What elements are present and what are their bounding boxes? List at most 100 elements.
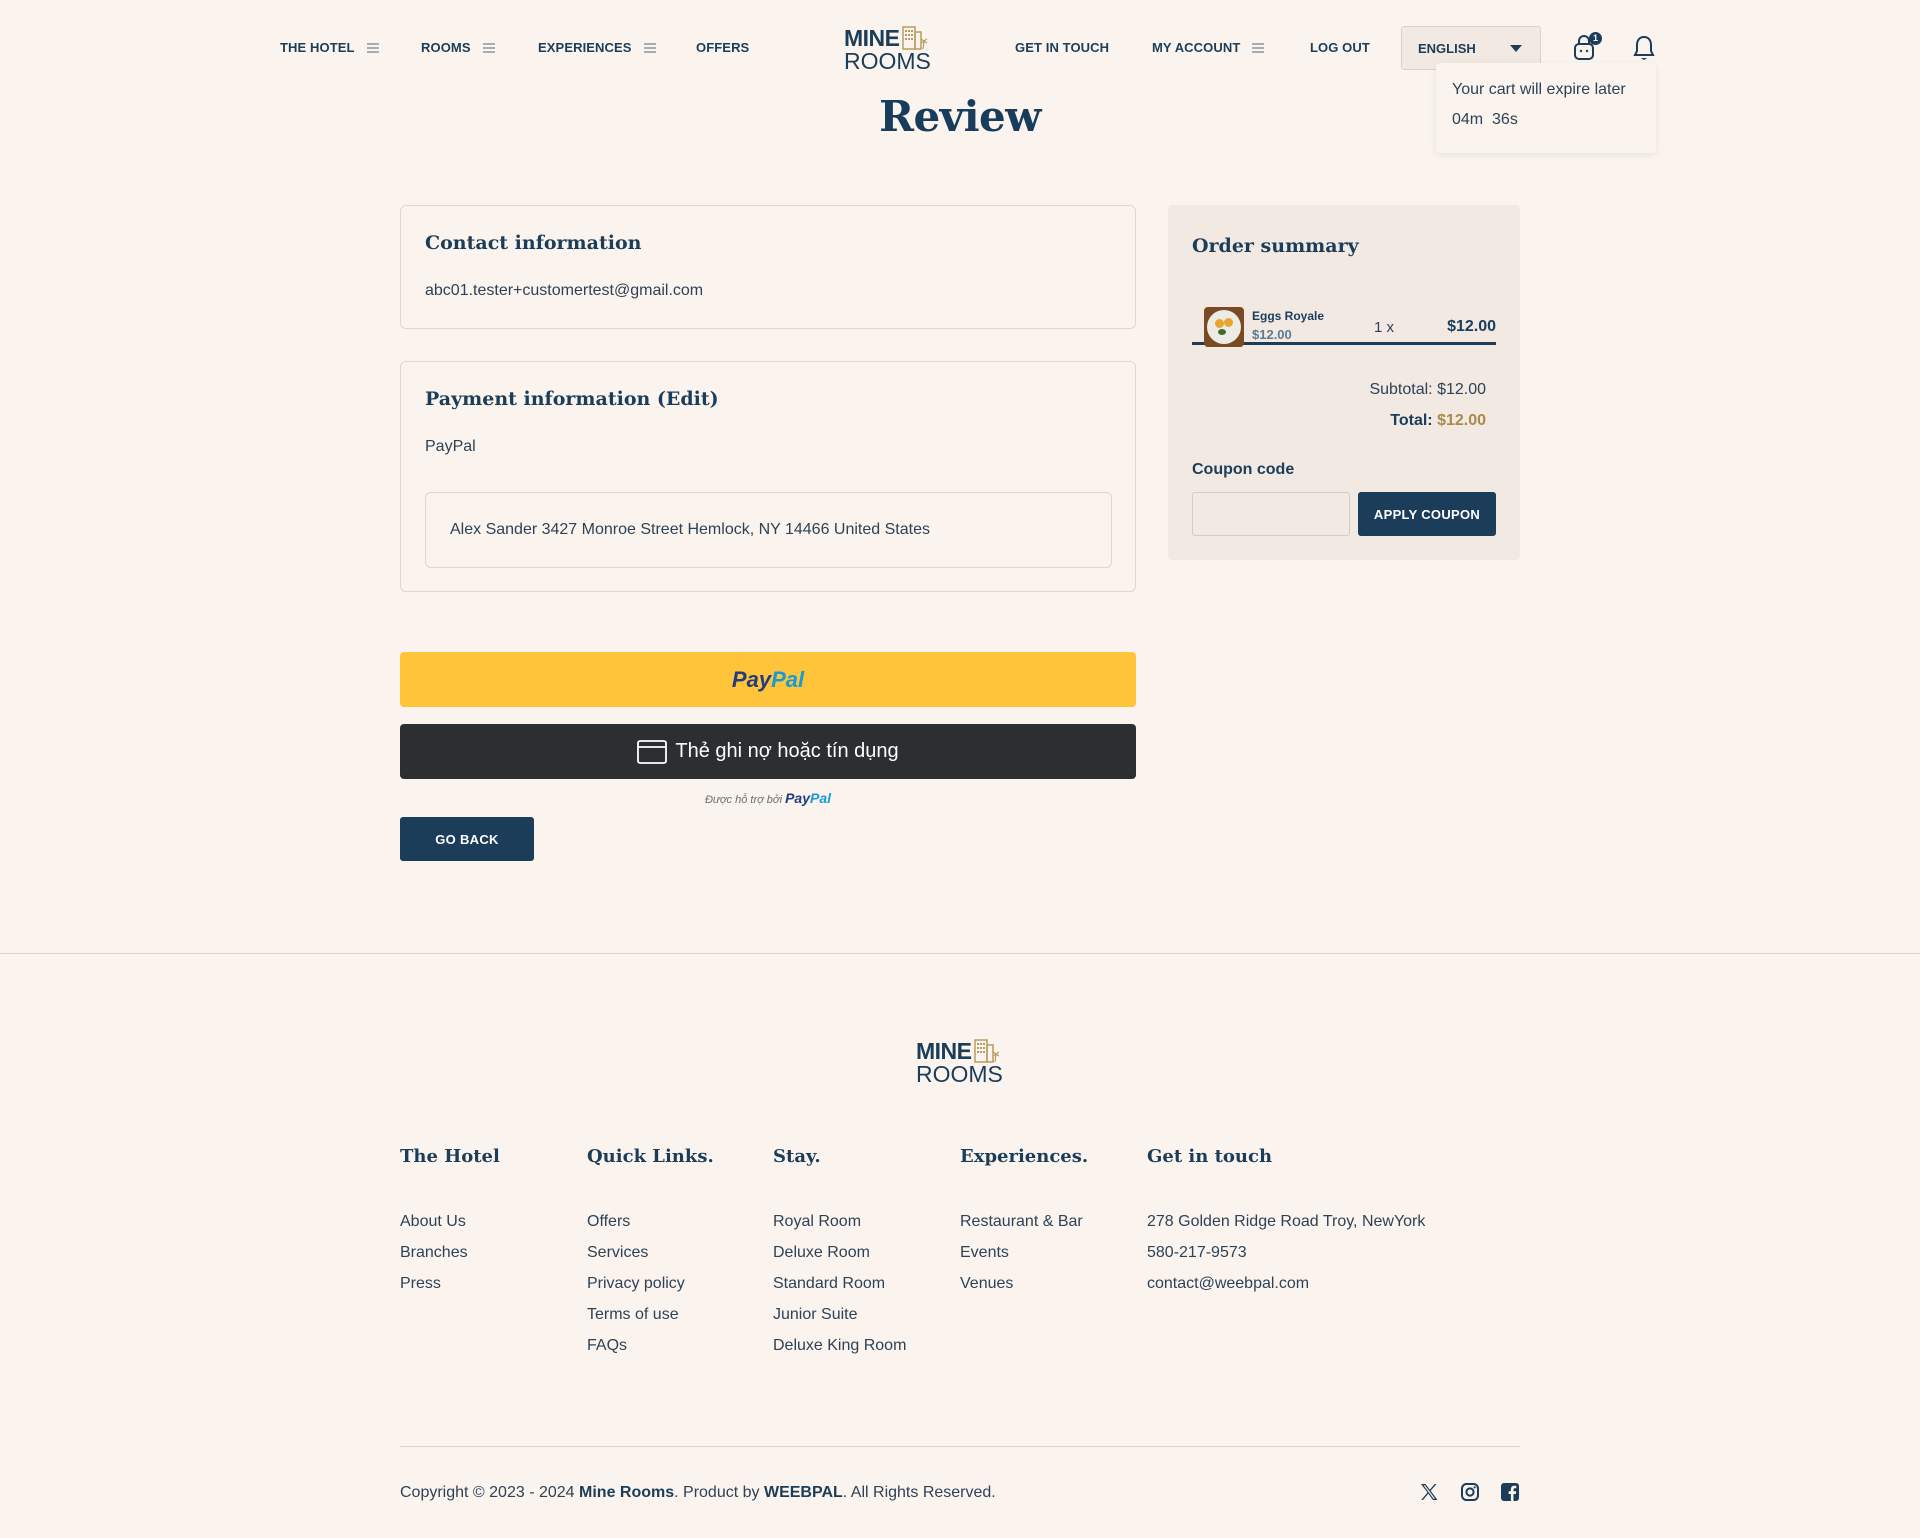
- contact-heading: Contact information: [425, 232, 642, 254]
- nav-my-account[interactable]: MY ACCOUNT: [1152, 40, 1265, 55]
- nav-the-hotel[interactable]: THE HOTEL: [280, 40, 379, 55]
- footer-link[interactable]: Privacy policy: [587, 1275, 714, 1306]
- subtotal-value: $12.00: [1437, 381, 1486, 398]
- copyright-rights: . All Rights Reserved.: [842, 1484, 996, 1501]
- paypal-logo-part: Pal: [771, 666, 805, 692]
- logo-text-bottom: ROOMS: [916, 1061, 1003, 1087]
- billing-address: Alex Sander 3427 Monroe Street Hemlock, …: [425, 492, 1112, 568]
- footer-column-heading: Stay.: [773, 1146, 821, 1167]
- logo-text-top: MINE: [844, 25, 900, 51]
- footer-link[interactable]: Restaurant & Bar: [960, 1213, 1088, 1244]
- footer-column-the-hotel: The Hotel About Us Branches Press: [400, 1146, 500, 1306]
- footer-link[interactable]: Venues: [960, 1275, 1088, 1306]
- footer-column-heading: The Hotel: [400, 1146, 500, 1167]
- go-back-button[interactable]: GO BACK: [400, 817, 534, 861]
- menu-icon: [366, 42, 379, 53]
- logo-text-top: MINE: [916, 1038, 972, 1064]
- notifications-button[interactable]: [1632, 34, 1656, 62]
- copyright-company[interactable]: WEEBPAL: [764, 1484, 843, 1501]
- footer-link[interactable]: Events: [960, 1244, 1088, 1275]
- footer-link[interactable]: Press: [400, 1275, 500, 1306]
- logo[interactable]: MINE ROOMS: [844, 26, 931, 73]
- logo-text-bottom: ROOMS: [844, 48, 931, 74]
- footer-column-heading: Experiences.: [960, 1146, 1089, 1167]
- payment-heading[interactable]: Payment information (Edit): [425, 388, 719, 410]
- footer-divider: [0, 953, 1920, 954]
- footer-bottom-divider: [400, 1446, 1520, 1447]
- footer-link[interactable]: Deluxe King Room: [773, 1337, 906, 1368]
- copyright-product-by: . Product by: [674, 1484, 764, 1501]
- copyright: Copyright © 2023 - 2024 Mine Rooms. Prod…: [400, 1484, 996, 1502]
- coupon-label: Coupon code: [1192, 461, 1295, 478]
- footer-link[interactable]: Services: [587, 1244, 714, 1275]
- footer-email[interactable]: contact@weebpal.com: [1147, 1275, 1425, 1306]
- nav-label: MY ACCOUNT: [1152, 40, 1241, 55]
- footer-link[interactable]: Branches: [400, 1244, 500, 1275]
- nav-rooms[interactable]: ROOMS: [421, 40, 495, 55]
- instagram-icon[interactable]: [1460, 1482, 1480, 1502]
- nav-label: GET IN TOUCH: [1015, 40, 1110, 55]
- nav-experiences[interactable]: EXPERIENCES: [538, 40, 656, 55]
- footer-column-experiences: Experiences. Restaurant & Bar Events Ven…: [960, 1146, 1088, 1306]
- contact-email: abc01.tester+customertest@gmail.com: [425, 282, 704, 299]
- facebook-icon[interactable]: [1500, 1482, 1520, 1502]
- payment-info-card: Payment information (Edit) PayPal Alex S…: [400, 361, 1136, 592]
- hotel-building-icon: [973, 1039, 999, 1063]
- contact-info-card: Contact information abc01.tester+custome…: [400, 205, 1136, 329]
- total-value: $12.00: [1437, 412, 1486, 429]
- paypal-logo-part: Pal: [810, 790, 832, 806]
- footer-address: 278 Golden Ridge Road Troy, NewYork: [1147, 1213, 1426, 1230]
- paypal-logo-part: Pay: [785, 790, 811, 806]
- language-value: ENGLISH: [1418, 40, 1476, 56]
- footer-column-get-in-touch: Get in touch 278 Golden Ridge Road Troy,…: [1147, 1146, 1425, 1306]
- order-summary-heading: Order summary: [1192, 235, 1359, 257]
- item-thumbnail: [1204, 307, 1244, 347]
- order-summary: Order summary Eggs Royale $12.00 1 x $12…: [1168, 205, 1520, 560]
- footer-link[interactable]: Standard Room: [773, 1275, 906, 1306]
- hotel-building-icon: [901, 26, 927, 50]
- nav-get-in-touch[interactable]: GET IN TOUCH: [1015, 40, 1109, 55]
- footer-column-heading: Quick Links.: [587, 1146, 714, 1167]
- x-icon[interactable]: [1419, 1482, 1439, 1502]
- footer-link[interactable]: Offers: [587, 1213, 714, 1244]
- nav-log-out[interactable]: LOG OUT: [1310, 40, 1370, 55]
- paypal-logo-part: Pay: [731, 666, 772, 692]
- cart-count-badge: 1: [1589, 32, 1602, 45]
- footer-link[interactable]: FAQs: [587, 1337, 714, 1368]
- footer-logo[interactable]: MINE ROOMS: [916, 1039, 1003, 1086]
- nav-label: OFFERS: [696, 40, 750, 55]
- footer-column-quick-links: Quick Links. Offers Services Privacy pol…: [587, 1146, 714, 1368]
- footer-link[interactable]: Junior Suite: [773, 1306, 906, 1337]
- nav-label: LOG OUT: [1310, 40, 1370, 55]
- debit-credit-card-button[interactable]: Thẻ ghi nợ hoặc tín dụng: [400, 724, 1136, 779]
- footer-link[interactable]: About Us: [400, 1213, 500, 1244]
- caret-down-icon: [1510, 44, 1522, 52]
- cart-button[interactable]: 1: [1572, 32, 1602, 62]
- order-item: Eggs Royale $12.00 1 x $12.00: [1192, 293, 1496, 347]
- bell-icon: [1633, 35, 1655, 60]
- card-button-label: Thẻ ghi nợ hoặc tín dụng: [675, 740, 899, 762]
- item-line-total: $12.00: [1447, 318, 1496, 335]
- payment-method: PayPal: [425, 438, 476, 455]
- paypal-button[interactable]: Pay Pal: [400, 652, 1136, 707]
- coupon-input[interactable]: [1192, 492, 1350, 536]
- subtotal-label: Subtotal:: [1369, 381, 1433, 398]
- footer-link[interactable]: Royal Room: [773, 1213, 906, 1244]
- footer-phone[interactable]: 580-217-9573: [1147, 1244, 1425, 1275]
- powered-by-text: Được hỗ trợ bởi: [704, 794, 783, 806]
- page-title: Review: [879, 92, 1041, 141]
- credit-card-icon: [637, 739, 668, 764]
- footer-link[interactable]: Deluxe Room: [773, 1244, 906, 1275]
- footer-link[interactable]: Terms of use: [587, 1306, 714, 1337]
- item-quantity: 1 x: [1374, 319, 1395, 336]
- nav-label: THE HOTEL: [280, 40, 355, 55]
- total-label: Total:: [1390, 412, 1433, 429]
- copyright-brand: Mine Rooms: [579, 1484, 675, 1501]
- nav-label: ROOMS: [421, 40, 471, 55]
- subtotal: Subtotal: $12.00: [1369, 381, 1486, 399]
- footer-column-stay: Stay. Royal Room Deluxe Room Standard Ro…: [773, 1146, 906, 1368]
- nav-offers[interactable]: OFFERS: [696, 40, 749, 55]
- apply-coupon-button[interactable]: APPLY COUPON: [1358, 492, 1496, 536]
- menu-icon: [1252, 42, 1265, 53]
- menu-icon: [482, 42, 495, 53]
